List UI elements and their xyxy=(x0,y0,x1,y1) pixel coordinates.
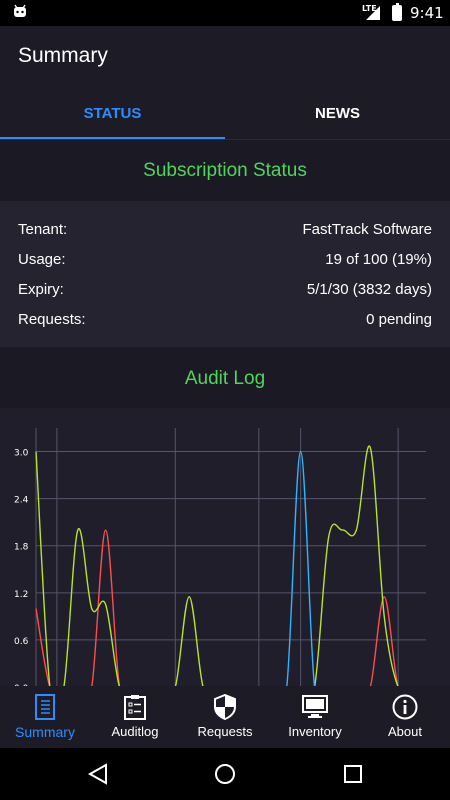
nav-summary-label: Summary xyxy=(15,724,75,740)
nav-inventory-label: Inventory xyxy=(288,724,342,739)
status-bar: LTE 9:41 xyxy=(0,0,450,26)
nav-auditlog[interactable]: Auditlog xyxy=(90,686,180,748)
nav-auditlog-label: Auditlog xyxy=(111,724,159,739)
monitor-icon xyxy=(302,695,328,718)
home-icon[interactable] xyxy=(213,762,237,786)
battery-icon xyxy=(392,3,402,21)
series-line-1 xyxy=(35,445,399,686)
nav-inventory[interactable]: Inventory xyxy=(270,686,360,748)
y-tick-label: 0.6 xyxy=(14,637,29,647)
expiry-label: Expiry: xyxy=(18,281,64,298)
app-bar: Summary xyxy=(0,26,450,90)
expiry-value: 5/1/30 (3832 days) xyxy=(306,281,432,298)
series-line-0 xyxy=(35,529,399,686)
y-tick-label: 1.8 xyxy=(14,543,29,553)
clock: 9:41 xyxy=(410,4,444,22)
page-title: Summary xyxy=(18,44,108,67)
requests-label: Requests: xyxy=(18,311,86,328)
signal-icon xyxy=(366,6,380,20)
tenant-row: Tenant: FastTrack Software xyxy=(18,221,432,238)
usage-row: Usage: 19 of 100 (19%) xyxy=(18,251,432,268)
shield-icon xyxy=(214,694,236,720)
tab-bar: STATUS NEWS xyxy=(0,90,450,140)
audit-log-title: Audit Log xyxy=(184,368,266,389)
android-icon xyxy=(14,4,26,17)
info-icon xyxy=(392,694,418,720)
tab-status[interactable]: STATUS xyxy=(0,90,225,139)
summary-icon xyxy=(35,694,55,720)
nav-about[interactable]: About xyxy=(360,686,450,748)
y-tick-label: 1.2 xyxy=(14,590,28,600)
tab-news[interactable]: NEWS xyxy=(225,90,450,139)
usage-label: Usage: xyxy=(18,251,66,268)
subscription-title: Subscription Status xyxy=(143,160,307,181)
nav-requests[interactable]: Requests xyxy=(180,686,270,748)
subscription-card: Tenant: FastTrack Software Usage: 19 of … xyxy=(0,201,450,347)
usage-value: 19 of 100 (19%) xyxy=(325,251,432,268)
nav-requests-label: Requests xyxy=(197,724,253,739)
tenant-value: FastTrack Software xyxy=(302,221,432,238)
audit-log-chart-svg: 0.00.61.21.82.43.0 xyxy=(14,428,426,686)
recents-icon[interactable] xyxy=(341,762,365,786)
requests-row: Requests: 0 pending xyxy=(18,311,432,328)
nav-summary[interactable]: Summary xyxy=(0,686,90,748)
y-tick-label: 3.0 xyxy=(14,449,29,459)
y-tick-label: 2.4 xyxy=(14,496,29,506)
back-icon[interactable] xyxy=(86,762,110,786)
clipboard-icon xyxy=(124,695,146,720)
system-nav-bar xyxy=(0,748,450,800)
audit-log-chart: 0.00.61.21.82.43.0 xyxy=(0,408,450,686)
expiry-row: Expiry: 5/1/30 (3832 days) xyxy=(18,281,432,298)
nav-about-label: About xyxy=(388,724,422,739)
bottom-nav: Summary Auditlog Requests Inventory Abou… xyxy=(0,686,450,748)
requests-value: 0 pending xyxy=(366,311,432,328)
tenant-label: Tenant: xyxy=(18,221,68,238)
